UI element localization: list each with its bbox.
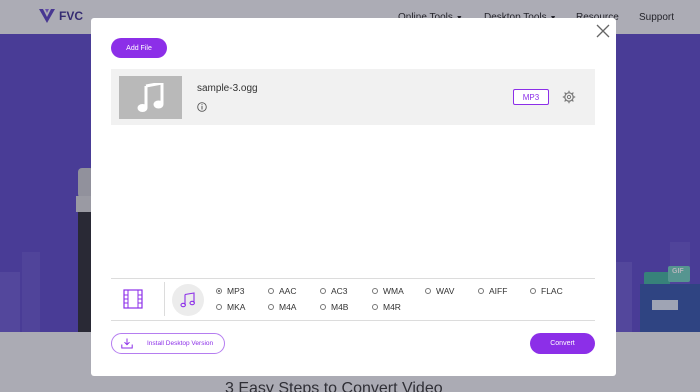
radio-button[interactable]	[478, 288, 484, 294]
format-option-aiff[interactable]: AIFF	[478, 286, 507, 296]
audio-tab[interactable]	[172, 284, 204, 316]
format-label: M4R	[383, 302, 401, 312]
format-option-flac[interactable]: FLAC	[530, 286, 563, 296]
radio-button[interactable]	[268, 288, 274, 294]
format-label: M4B	[331, 302, 349, 312]
format-option-m4b[interactable]: M4B	[320, 302, 348, 312]
format-option-mp3[interactable]: MP3	[216, 286, 244, 296]
radio-button[interactable]	[320, 288, 326, 294]
add-file-button[interactable]: Add File	[111, 38, 167, 58]
format-label: M4A	[279, 302, 297, 312]
music-note-icon	[137, 82, 163, 112]
file-name: sample-3.ogg	[197, 83, 258, 94]
converter-dialog: Add File sample-3.ogg MP3 MP3 AAC AC3 WM…	[91, 18, 616, 376]
format-option-ac3[interactable]: AC3	[320, 286, 348, 296]
format-label: AC3	[331, 286, 348, 296]
file-item: sample-3.ogg MP3	[111, 69, 595, 125]
music-note-icon	[180, 292, 195, 308]
close-icon[interactable]	[595, 23, 611, 39]
radio-button[interactable]	[216, 304, 222, 310]
radio-button[interactable]	[268, 304, 274, 310]
convert-button[interactable]: Convert	[530, 333, 595, 354]
install-desktop-button[interactable]: Install Desktop Version	[111, 333, 225, 354]
info-icon[interactable]	[197, 102, 207, 112]
radio-button[interactable]	[216, 288, 222, 294]
format-option-aac[interactable]: AAC	[268, 286, 296, 296]
download-icon	[121, 338, 133, 349]
format-label: FLAC	[541, 286, 563, 296]
format-option-wma[interactable]: WMA	[372, 286, 404, 296]
divider	[164, 282, 165, 316]
output-format-button[interactable]: MP3	[513, 89, 549, 105]
format-option-wav[interactable]: WAV	[425, 286, 454, 296]
radio-button[interactable]	[425, 288, 431, 294]
divider	[111, 320, 595, 321]
gear-icon[interactable]	[562, 90, 576, 104]
film-icon[interactable]	[123, 289, 143, 309]
format-label: MP3	[227, 286, 245, 296]
format-option-m4a[interactable]: M4A	[268, 302, 296, 312]
format-label: AAC	[279, 286, 297, 296]
format-label: MKA	[227, 302, 246, 312]
format-label: AIFF	[489, 286, 508, 296]
format-label: WAV	[436, 286, 455, 296]
radio-button[interactable]	[530, 288, 536, 294]
radio-button[interactable]	[372, 288, 378, 294]
divider	[111, 278, 595, 279]
radio-button[interactable]	[320, 304, 326, 310]
format-option-mka[interactable]: MKA	[216, 302, 245, 312]
install-label: Install Desktop Version	[147, 340, 214, 347]
format-option-m4r[interactable]: M4R	[372, 302, 401, 312]
file-thumbnail	[119, 76, 182, 119]
radio-button[interactable]	[372, 304, 378, 310]
format-label: WMA	[383, 286, 404, 296]
